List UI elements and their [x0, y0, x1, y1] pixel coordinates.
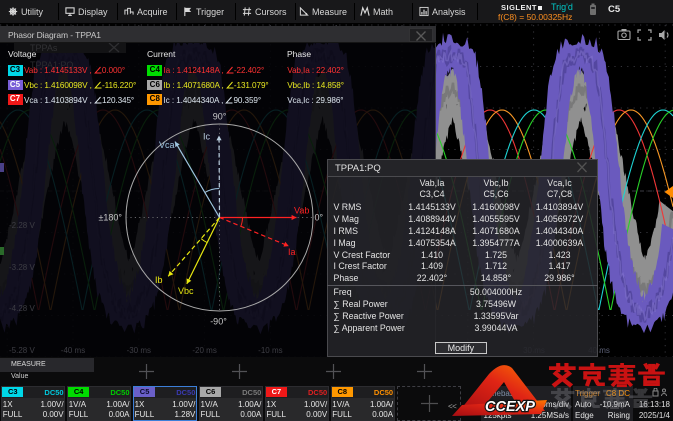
svg-text:CCEXP: CCEXP: [485, 399, 535, 415]
